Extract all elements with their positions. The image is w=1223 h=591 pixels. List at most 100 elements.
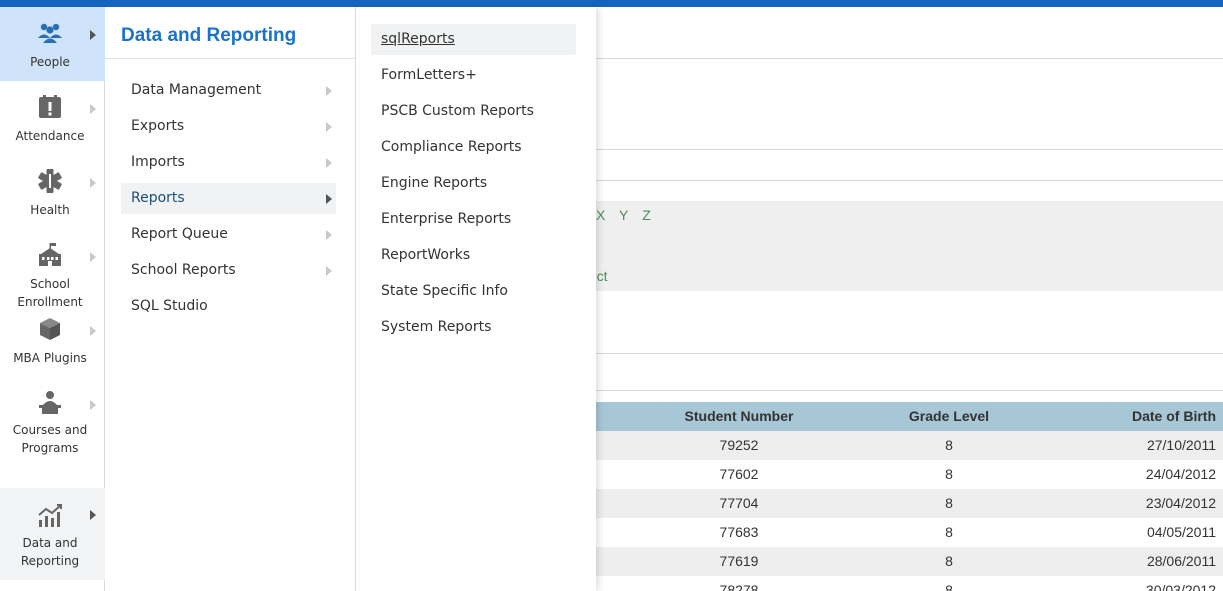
table-row[interactable]: 77619 8 28/06/2011: [596, 547, 1223, 576]
lectern-icon: [36, 389, 64, 417]
top-bar: [0, 0, 1223, 7]
cell-dob: 23/04/2012: [1145, 495, 1216, 511]
alphabet-letter-y[interactable]: Y: [619, 207, 630, 223]
chevron-right-icon: [90, 30, 96, 40]
divider: [596, 390, 1223, 391]
menu-item-label: Imports: [131, 154, 185, 170]
alphabet-letter-x[interactable]: X: [596, 207, 607, 223]
cell-grade-level: 8: [945, 553, 953, 569]
reports-submenu: sqlReports FormLetters+ PSCB Custom Repo…: [356, 7, 596, 591]
divider: [596, 58, 1223, 59]
nav-item-data-and-reporting[interactable]: Data and Reporting: [0, 488, 105, 580]
chevron-right-icon: [326, 122, 332, 132]
school-building-icon: [36, 241, 64, 269]
nav-label: Health: [30, 203, 70, 217]
cell-dob: 28/06/2011: [1146, 553, 1216, 569]
nav-label: Data and Reporting: [20, 536, 80, 568]
submenu-item-pscb-custom-reports[interactable]: PSCB Custom Reports: [371, 96, 576, 127]
attendance-icon: [36, 93, 64, 121]
cell-grade-level: 8: [945, 437, 953, 453]
page: X Y Z elect Student Number Grade Level D…: [0, 0, 1223, 591]
chevron-right-icon: [326, 266, 332, 276]
nav-label: Attendance: [15, 129, 85, 143]
menu-item-imports[interactable]: Imports: [121, 147, 336, 178]
alphabet-filter: X Y Z: [596, 207, 659, 223]
nav-label: People: [30, 55, 70, 69]
nav-item-school-enrollment[interactable]: School Enrollment: [0, 229, 105, 309]
cell-dob: 04/05/2011: [1146, 524, 1216, 540]
menu-item-school-reports[interactable]: School Reports: [121, 255, 336, 286]
submenu-item-enterprise-reports[interactable]: Enterprise Reports: [371, 204, 576, 235]
cell-student-number: 77602: [719, 466, 759, 482]
nav-item-mba-plugins[interactable]: MBA Plugins: [0, 303, 105, 377]
chart-icon: [36, 502, 64, 530]
submenu-item-formletters[interactable]: FormLetters+: [371, 60, 576, 91]
cell-grade-level: 8: [945, 466, 953, 482]
divider: [596, 353, 1223, 354]
menu-item-label: Report Queue: [131, 226, 228, 242]
table-row[interactable]: 78278 8 30/03/2012: [596, 576, 1223, 591]
submenu-item-engine-reports[interactable]: Engine Reports: [371, 168, 576, 199]
cell-student-number: 77683: [719, 524, 759, 540]
student-table: Student Number Grade Level Date of Birth…: [596, 402, 1223, 591]
nav-label: Courses and Programs: [12, 423, 88, 455]
alphabet-letter-z[interactable]: Z: [642, 207, 653, 223]
header-grade-level[interactable]: Grade Level: [899, 408, 999, 424]
cell-grade-level: 8: [945, 495, 953, 511]
menu-item-exports[interactable]: Exports: [121, 111, 336, 142]
people-icon: [36, 19, 64, 47]
nav-item-courses-and-programs[interactable]: Courses and Programs: [0, 377, 105, 455]
submenu-item-reportworks[interactable]: ReportWorks: [371, 240, 576, 271]
submenu-item-sqlreports[interactable]: sqlReports: [371, 24, 576, 55]
chevron-right-icon: [90, 510, 96, 520]
nav-label: MBA Plugins: [13, 351, 87, 365]
health-icon: [36, 167, 64, 195]
submenu-item-state-specific-info[interactable]: State Specific Info: [371, 276, 576, 307]
menu-item-report-queue[interactable]: Report Queue: [121, 219, 336, 250]
cell-dob: 30/03/2012: [1145, 582, 1216, 591]
divider: [596, 180, 1223, 181]
left-nav: People Attendance Health School Enrollme…: [0, 7, 105, 591]
cell-dob: 27/10/2011: [1146, 437, 1216, 453]
menu-item-label: Data Management: [131, 82, 262, 98]
menu-item-label: School Reports: [131, 262, 236, 278]
cell-student-number: 78278: [719, 582, 759, 591]
cell-dob: 24/04/2012: [1145, 466, 1216, 482]
nav-item-attendance[interactable]: Attendance: [0, 81, 105, 155]
menu-item-reports[interactable]: Reports: [121, 183, 336, 214]
divider: [596, 149, 1223, 150]
chevron-right-icon: [90, 400, 96, 410]
cell-student-number: 79252: [719, 437, 759, 453]
menu-item-label: Exports: [131, 118, 185, 134]
data-and-reporting-flyout: Data and Reporting Data Management Expor…: [105, 7, 356, 591]
table-header: Student Number Grade Level Date of Birth: [596, 402, 1223, 431]
submenu-item-system-reports[interactable]: System Reports: [371, 312, 576, 343]
chevron-right-icon: [326, 230, 332, 240]
chevron-right-icon: [90, 104, 96, 114]
table-row[interactable]: 77704 8 23/04/2012: [596, 489, 1223, 518]
chevron-right-icon: [326, 158, 332, 168]
nav-item-people[interactable]: People: [0, 7, 105, 81]
menu-item-sql-studio[interactable]: SQL Studio: [121, 291, 336, 322]
header-student-number[interactable]: Student Number: [674, 408, 804, 424]
menu-item-label: Reports: [131, 190, 185, 206]
chevron-right-icon: [90, 326, 96, 336]
chevron-right-icon: [326, 86, 332, 96]
header-date-of-birth[interactable]: Date of Birth: [1106, 408, 1216, 424]
flyout-title: Data and Reporting: [121, 25, 297, 46]
table-row[interactable]: 77683 8 04/05/2011: [596, 518, 1223, 547]
cell-grade-level: 8: [945, 582, 953, 591]
filter-panel: [596, 201, 1223, 291]
cell-student-number: 77704: [719, 495, 759, 511]
menu-item-label: SQL Studio: [131, 298, 208, 314]
submenu-item-compliance-reports[interactable]: Compliance Reports: [371, 132, 576, 163]
table-row[interactable]: 79252 8 27/10/2011: [596, 431, 1223, 460]
cell-student-number: 77619: [719, 553, 759, 569]
chevron-right-icon: [326, 194, 332, 204]
table-row[interactable]: 77602 8 24/04/2012: [596, 460, 1223, 489]
chevron-right-icon: [90, 252, 96, 262]
menu-item-data-management[interactable]: Data Management: [121, 75, 336, 106]
divider: [105, 58, 356, 59]
nav-item-health[interactable]: Health: [0, 155, 105, 229]
cell-grade-level: 8: [945, 524, 953, 540]
